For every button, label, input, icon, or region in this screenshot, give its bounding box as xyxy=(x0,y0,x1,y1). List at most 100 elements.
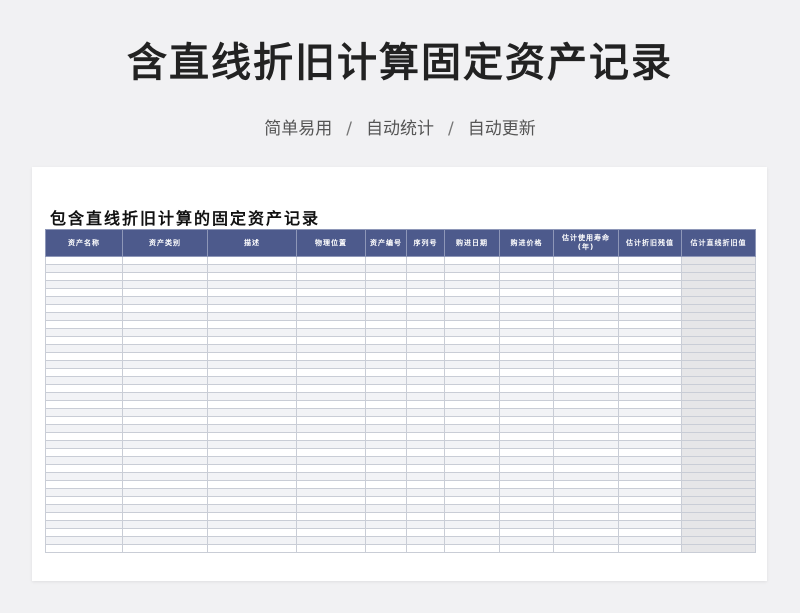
table-cell[interactable] xyxy=(207,408,297,417)
table-cell[interactable] xyxy=(45,296,123,305)
table-cell[interactable] xyxy=(207,320,297,329)
table-cell[interactable] xyxy=(365,408,407,417)
table-cell[interactable] xyxy=(681,536,756,545)
table-cell[interactable] xyxy=(499,496,554,505)
table-cell[interactable] xyxy=(365,440,407,449)
table-cell[interactable] xyxy=(45,432,123,441)
table-cell[interactable] xyxy=(406,528,445,537)
table-cell[interactable] xyxy=(681,472,756,481)
table-cell[interactable] xyxy=(207,504,297,513)
table-cell[interactable] xyxy=(45,480,123,489)
table-cell[interactable] xyxy=(406,344,445,353)
table-cell[interactable] xyxy=(553,496,619,505)
table-cell[interactable] xyxy=(296,520,366,529)
table-cell[interactable] xyxy=(296,504,366,513)
table-cell[interactable] xyxy=(553,464,619,473)
table-cell[interactable] xyxy=(553,456,619,465)
table-cell[interactable] xyxy=(681,328,756,337)
table-cell[interactable] xyxy=(122,360,208,369)
table-cell[interactable] xyxy=(296,368,366,377)
table-cell[interactable] xyxy=(444,296,500,305)
table-cell[interactable] xyxy=(681,312,756,321)
table-cell[interactable] xyxy=(365,256,407,265)
table-cell[interactable] xyxy=(444,312,500,321)
table-cell[interactable] xyxy=(681,344,756,353)
table-cell[interactable] xyxy=(618,512,682,521)
table-cell[interactable] xyxy=(406,264,445,273)
table-cell[interactable] xyxy=(45,496,123,505)
table-cell[interactable] xyxy=(122,440,208,449)
table-cell[interactable] xyxy=(406,280,445,289)
table-cell[interactable] xyxy=(207,456,297,465)
table-cell[interactable] xyxy=(122,256,208,265)
table-cell[interactable] xyxy=(681,408,756,417)
table-cell[interactable] xyxy=(444,424,500,433)
table-cell[interactable] xyxy=(681,544,756,553)
table-cell[interactable] xyxy=(207,440,297,449)
table-cell[interactable] xyxy=(207,416,297,425)
table-cell[interactable] xyxy=(45,456,123,465)
table-cell[interactable] xyxy=(122,272,208,281)
table-cell[interactable] xyxy=(296,448,366,457)
table-cell[interactable] xyxy=(207,296,297,305)
table-cell[interactable] xyxy=(406,336,445,345)
table-cell[interactable] xyxy=(444,288,500,297)
table-cell[interactable] xyxy=(681,264,756,273)
table-cell[interactable] xyxy=(365,384,407,393)
table-cell[interactable] xyxy=(499,400,554,409)
table-cell[interactable] xyxy=(122,304,208,313)
table-cell[interactable] xyxy=(207,496,297,505)
table-cell[interactable] xyxy=(45,392,123,401)
table-cell[interactable] xyxy=(296,488,366,497)
table-cell[interactable] xyxy=(681,456,756,465)
table-cell[interactable] xyxy=(365,456,407,465)
table-cell[interactable] xyxy=(365,320,407,329)
table-cell[interactable] xyxy=(296,384,366,393)
table-cell[interactable] xyxy=(681,416,756,425)
table-cell[interactable] xyxy=(499,288,554,297)
table-cell[interactable] xyxy=(207,256,297,265)
table-cell[interactable] xyxy=(444,384,500,393)
table-cell[interactable] xyxy=(207,376,297,385)
table-cell[interactable] xyxy=(553,544,619,553)
table-cell[interactable] xyxy=(499,464,554,473)
col-header-asset-name[interactable]: 资产名称 xyxy=(45,229,123,257)
table-cell[interactable] xyxy=(444,440,500,449)
table-cell[interactable] xyxy=(553,352,619,361)
table-cell[interactable] xyxy=(681,352,756,361)
table-cell[interactable] xyxy=(618,376,682,385)
table-cell[interactable] xyxy=(45,512,123,521)
table-cell[interactable] xyxy=(296,336,366,345)
col-header-useful-life[interactable]: 估计使用寿命(年) xyxy=(553,229,619,257)
table-cell[interactable] xyxy=(618,296,682,305)
table-cell[interactable] xyxy=(207,512,297,521)
table-cell[interactable] xyxy=(122,328,208,337)
table-cell[interactable] xyxy=(122,320,208,329)
table-cell[interactable] xyxy=(365,496,407,505)
table-cell[interactable] xyxy=(406,312,445,321)
table-cell[interactable] xyxy=(296,256,366,265)
table-cell[interactable] xyxy=(122,384,208,393)
table-cell[interactable] xyxy=(499,544,554,553)
col-header-salvage-value[interactable]: 估计折旧残值 xyxy=(618,229,682,257)
table-cell[interactable] xyxy=(406,512,445,521)
table-cell[interactable] xyxy=(553,312,619,321)
table-cell[interactable] xyxy=(45,368,123,377)
table-cell[interactable] xyxy=(681,256,756,265)
table-cell[interactable] xyxy=(45,320,123,329)
table-cell[interactable] xyxy=(444,480,500,489)
table-cell[interactable] xyxy=(618,288,682,297)
table-cell[interactable] xyxy=(553,328,619,337)
table-cell[interactable] xyxy=(207,328,297,337)
table-cell[interactable] xyxy=(365,488,407,497)
table-cell[interactable] xyxy=(122,512,208,521)
table-cell[interactable] xyxy=(45,424,123,433)
table-cell[interactable] xyxy=(406,352,445,361)
table-cell[interactable] xyxy=(365,536,407,545)
table-cell[interactable] xyxy=(618,456,682,465)
table-cell[interactable] xyxy=(444,320,500,329)
table-cell[interactable] xyxy=(45,280,123,289)
table-cell[interactable] xyxy=(122,488,208,497)
table-cell[interactable] xyxy=(45,464,123,473)
table-cell[interactable] xyxy=(499,488,554,497)
